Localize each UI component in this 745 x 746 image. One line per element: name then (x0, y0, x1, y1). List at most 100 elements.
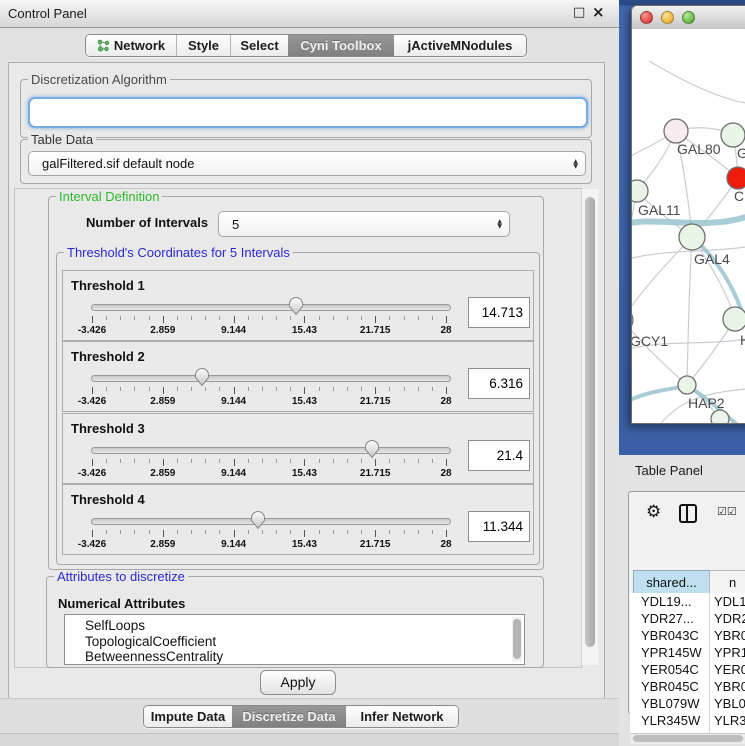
network-window-titlebar[interactable] (632, 6, 745, 30)
tab-cyni-toolbox[interactable]: Cyni Toolbox (288, 35, 394, 56)
slider-track[interactable] (91, 518, 451, 525)
column-layout-icon[interactable] (679, 504, 697, 523)
threshold-slider[interactable]: -3.4262.8599.14415.4321.71528 (63, 342, 473, 411)
table-row[interactable]: YBR045C YBR0 (630, 678, 745, 695)
scrollbar-thumb[interactable] (633, 735, 743, 742)
table-row[interactable]: YBR043C YBR0 (630, 627, 745, 644)
network-canvas[interactable]: GAL80GCGAL11GAL4GCY1HHAP2 (632, 29, 745, 423)
network-edge-highlighted[interactable] (632, 217, 745, 225)
threshold-value-field[interactable]: 6.316 (468, 368, 530, 399)
close-icon[interactable]: × (592, 4, 605, 20)
list-item[interactable]: BetweennessCentrality (65, 649, 524, 665)
network-node-gal80[interactable] (664, 119, 688, 143)
threshold-value-field[interactable]: 11.344 (468, 511, 530, 542)
slider-thumb[interactable] (364, 439, 380, 459)
minimize-traffic-light-icon[interactable] (661, 11, 674, 24)
threshold-slider[interactable]: -3.4262.8599.14415.4321.71528 (63, 271, 473, 340)
slider-track[interactable] (91, 375, 451, 382)
network-node-top-right[interactable] (721, 123, 745, 147)
network-node-gal4[interactable] (679, 224, 705, 250)
table-cell[interactable]: YER054C (641, 662, 699, 677)
slider-thumb[interactable] (194, 367, 210, 387)
numerical-attributes-list[interactable]: SelfLoops TopologicalCoefficient Between… (64, 614, 525, 665)
table-cell[interactable]: YER0 (714, 662, 745, 677)
column-header-shared-name[interactable]: shared... (633, 570, 710, 594)
network-node-right-mid[interactable] (723, 307, 745, 331)
network-graph[interactable]: GAL80GCGAL11GAL4GCY1HHAP2 (632, 29, 745, 423)
float-window-icon[interactable]: □ (573, 5, 585, 21)
scrollbar-thumb[interactable] (513, 619, 521, 659)
table-cell[interactable]: YDR27... (641, 611, 694, 626)
tab-network[interactable]: Network (86, 35, 176, 56)
stepper-arrows-icon[interactable]: ▲▼ (497, 219, 502, 229)
table-cell[interactable]: YBR0 (714, 679, 745, 694)
network-view-window[interactable]: GAL80GCGAL11GAL4GCY1HHAP2 (631, 5, 745, 424)
table-row[interactable]: YLR345W YLR3 (630, 712, 745, 729)
table-row[interactable]: YDR27... YDR2 (630, 610, 745, 627)
tab-jactivemnodules[interactable]: jActiveMNodules (394, 35, 526, 56)
table-row[interactable]: YDL19... YDL1 (630, 593, 745, 610)
gear-icon[interactable]: ⚙ (646, 502, 661, 522)
table-cell[interactable]: YBR0 (714, 628, 745, 643)
network-edge[interactable] (649, 61, 745, 103)
slider-tick (177, 387, 178, 391)
table-cell[interactable]: YBR043C (641, 628, 699, 643)
threshold-slider[interactable]: -3.4262.8599.14415.4321.71528 (63, 485, 473, 554)
apply-button[interactable]: Apply (260, 670, 336, 695)
close-traffic-light-icon[interactable] (640, 11, 653, 24)
number-of-intervals-combobox[interactable]: 5 ▲▼ (218, 211, 510, 237)
network-edge[interactable] (632, 320, 687, 385)
network-node-gcy1[interactable] (632, 309, 633, 331)
tab-infer-network[interactable]: Infer Network (346, 706, 458, 727)
table-cell[interactable]: YPR145W (641, 645, 702, 660)
slider-track[interactable] (91, 447, 451, 454)
table-cell[interactable]: YDR2 (714, 611, 745, 626)
table-row[interactable]: YPR145W YPR1 (630, 644, 745, 661)
algorithm-combobox[interactable] (28, 97, 588, 128)
list-item[interactable]: TopologicalCoefficient (65, 634, 524, 650)
scrollbar-thumb[interactable] (585, 197, 595, 647)
table-cell[interactable]: YDL19... (641, 594, 692, 609)
network-node-gal11[interactable] (632, 180, 648, 202)
list-scrollbar[interactable] (512, 617, 522, 662)
tab-select[interactable]: Select (230, 35, 288, 56)
slider-track[interactable] (91, 304, 451, 311)
list-item[interactable]: SelfLoops (65, 615, 524, 634)
tab-discretize-data[interactable]: Discretize Data (232, 706, 346, 727)
zoom-traffic-light-icon[interactable] (682, 11, 695, 24)
column-header-name[interactable]: n (709, 570, 745, 594)
network-node-bottom-edge[interactable] (711, 410, 729, 423)
table-row[interactable]: YBL079W YBL0 (630, 695, 745, 712)
table-data-combobox[interactable]: galFiltered.sif default node ▲▼ (28, 151, 586, 176)
bottom-tab-bar: Impute Data Discretize Data Infer Networ… (143, 705, 459, 728)
table-cell[interactable]: YDL1 (714, 594, 745, 609)
slider-tick (248, 387, 249, 391)
table-cell[interactable]: YBL0 (714, 696, 745, 711)
threshold-slider[interactable]: -3.4262.8599.14415.4321.71528 (63, 414, 473, 483)
tab-style[interactable]: Style (176, 35, 230, 56)
threshold-value-field[interactable]: 14.713 (468, 297, 530, 328)
slider-scale-label: 9.144 (209, 325, 259, 336)
stepper-arrows-icon[interactable]: ▲▼ (573, 159, 578, 169)
threshold-value-field[interactable]: 21.4 (468, 440, 530, 471)
network-node-hap2[interactable] (678, 376, 696, 394)
table-cell[interactable]: YPR1 (714, 645, 745, 660)
vertical-scrollbar[interactable] (581, 189, 598, 665)
table-row[interactable]: YER054C YER0 (630, 661, 745, 678)
table-cell[interactable]: YLR3 (714, 713, 745, 728)
horizontal-scrollbar[interactable] (630, 733, 745, 744)
tab-impute-data[interactable]: Impute Data (144, 706, 232, 727)
select-columns-icon[interactable]: ☑☑ (717, 505, 737, 518)
slider-thumb[interactable] (250, 510, 266, 530)
slider-thumb[interactable] (288, 296, 304, 316)
table-cell[interactable]: YBR045C (641, 679, 699, 694)
slider-scale-label: 28 (421, 325, 471, 336)
slider-scale-label: 28 (421, 396, 471, 407)
network-edge[interactable] (687, 237, 692, 385)
network-edge[interactable] (632, 237, 692, 320)
table-cell[interactable]: YLR345W (641, 713, 700, 728)
slider-scale-label: -3.426 (67, 325, 117, 336)
slider-tick (163, 316, 164, 323)
network-node-red-node[interactable] (727, 167, 745, 189)
table-cell[interactable]: YBL079W (641, 696, 700, 711)
